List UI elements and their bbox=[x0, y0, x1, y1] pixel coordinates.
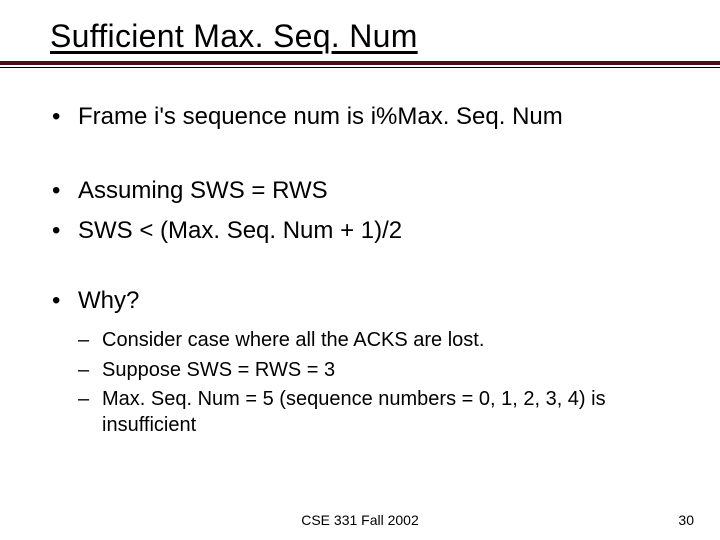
sub-bullet-item: Consider case where all the ACKS are los… bbox=[78, 328, 692, 354]
footer-course: CSE 331 Fall 2002 bbox=[301, 512, 419, 528]
sub-bullet-item: Max. Seq. Num = 5 (sequence numbers = 0,… bbox=[78, 387, 692, 438]
divider-thin bbox=[0, 67, 720, 68]
bullet-list: Assuming SWS = RWS SWS < (Max. Seq. Num … bbox=[50, 176, 692, 246]
bullet-item: Assuming SWS = RWS bbox=[50, 176, 692, 206]
bullet-list: Frame i's sequence num is i%Max. Seq. Nu… bbox=[50, 102, 692, 132]
sub-bullet-list: Consider case where all the ACKS are los… bbox=[78, 328, 692, 438]
divider-accent bbox=[0, 61, 720, 65]
sub-bullet-item: Suppose SWS = RWS = 3 bbox=[78, 358, 692, 384]
bullet-text: Why? bbox=[78, 287, 139, 314]
bullet-item: Frame i's sequence num is i%Max. Seq. Nu… bbox=[50, 102, 692, 132]
page-number: 30 bbox=[678, 512, 694, 528]
bullet-item: Why? Consider case where all the ACKS ar… bbox=[50, 286, 692, 438]
bullet-item: SWS < (Max. Seq. Num + 1)/2 bbox=[50, 216, 692, 246]
bullet-list: Why? Consider case where all the ACKS ar… bbox=[50, 286, 692, 438]
slide-body: Frame i's sequence num is i%Max. Seq. Nu… bbox=[50, 102, 692, 438]
slide-title: Sufficient Max. Seq. Num bbox=[50, 18, 692, 55]
